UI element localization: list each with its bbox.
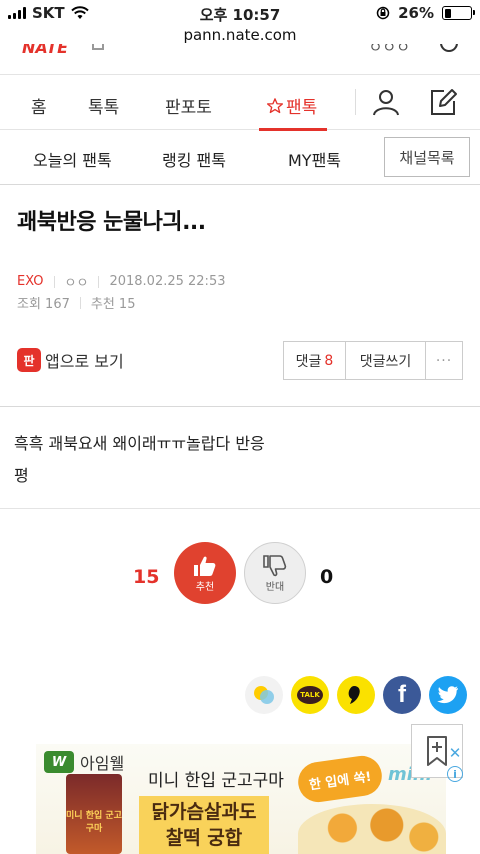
facebook-icon[interactable]: f bbox=[383, 676, 421, 714]
post-recommends: 추천 15 bbox=[90, 297, 136, 312]
recommend-label: 추천 bbox=[195, 581, 215, 593]
meta-divider bbox=[53, 275, 55, 288]
subnav-today[interactable]: 오늘의 팬톡 bbox=[33, 147, 112, 171]
nate-logo[interactable]: NATE bbox=[22, 44, 68, 56]
nav-divider bbox=[355, 89, 356, 115]
comment-button-group: 댓글 8 댓글쓰기 ··· bbox=[283, 341, 463, 380]
recommend-count: 15 bbox=[133, 566, 160, 588]
write-comment-button[interactable]: 댓글쓰기 bbox=[346, 342, 426, 379]
user-icon[interactable] bbox=[371, 87, 401, 117]
thumbs-down-icon bbox=[263, 554, 287, 576]
comments-button[interactable]: 댓글 8 bbox=[284, 342, 346, 379]
channel-list-button[interactable]: 채널목록 bbox=[384, 137, 470, 177]
thumbs-up-icon bbox=[194, 556, 216, 576]
battery-icon bbox=[442, 6, 475, 20]
status-right: 26% bbox=[376, 4, 475, 22]
address-bar[interactable]: pann.nate.com bbox=[0, 26, 480, 44]
site-header-clipped: NATE ㅇㅇㅇ bbox=[0, 44, 480, 56]
post-title: 괘북반응 눈물나긔... bbox=[17, 210, 206, 235]
facebook-glyph: f bbox=[398, 681, 406, 708]
post-body-line: 평 bbox=[14, 466, 29, 485]
write-icon[interactable] bbox=[428, 87, 458, 117]
band-glyph bbox=[348, 686, 360, 704]
post-stats: 조회 167 추천 15 bbox=[17, 293, 135, 312]
tab-home[interactable]: 홈 bbox=[31, 93, 47, 118]
kakaotalk-icon[interactable]: TALK bbox=[291, 676, 329, 714]
tab-pannphoto[interactable]: 판포토 bbox=[165, 93, 212, 118]
star-icon bbox=[266, 97, 284, 113]
open-in-app-link[interactable]: 판 앱으로 보기 bbox=[17, 348, 124, 372]
imwell-logo: W bbox=[44, 751, 74, 773]
tab-fantalk-label: 팬톡 bbox=[286, 98, 318, 118]
meta-divider bbox=[79, 296, 81, 309]
main-nav: 홈 톡톡 판포토 팬톡 bbox=[0, 74, 480, 131]
meta-divider bbox=[98, 275, 100, 288]
ad-close-icon[interactable]: ✕ bbox=[447, 744, 463, 762]
pann-logo bbox=[92, 44, 104, 50]
pann-app-icon: 판 bbox=[17, 348, 41, 372]
tab-fantalk[interactable]: 팬톡 bbox=[266, 93, 317, 118]
divider bbox=[0, 406, 480, 407]
user-name-clipped[interactable]: ㅇㅇㅇ bbox=[369, 44, 410, 56]
post-views: 조회 167 bbox=[17, 297, 70, 312]
ad-banner[interactable]: W 아임웰 미니 한입 군고구마 미니 한입 군고구마 한 입에 쏙! mini… bbox=[36, 744, 446, 854]
twitter-glyph bbox=[437, 686, 458, 704]
subnav-ranking[interactable]: 랭킹 팬톡 bbox=[162, 147, 226, 171]
ad-info-icon[interactable]: i bbox=[447, 766, 463, 782]
post-channel[interactable]: EXO bbox=[17, 274, 44, 289]
open-in-app-label: 앱으로 보기 bbox=[45, 352, 124, 371]
ad-tagline-line: 닭가슴살과도 bbox=[151, 801, 257, 823]
ad-brand: W 아임웰 bbox=[44, 750, 124, 774]
recommend-button[interactable]: 추천 bbox=[174, 542, 236, 604]
post-datetime: 2018.02.25 22:53 bbox=[109, 274, 226, 289]
tab-toktok[interactable]: 톡톡 bbox=[88, 93, 119, 118]
more-button[interactable]: ··· bbox=[426, 342, 462, 379]
comments-label: 댓글 bbox=[295, 353, 322, 370]
ad-headline: 미니 한입 군고구마 bbox=[148, 771, 284, 791]
band-icon[interactable] bbox=[337, 676, 375, 714]
oppose-button[interactable]: 반대 bbox=[244, 542, 306, 604]
ad-product-image: 미니 한입 군고구마 bbox=[66, 774, 122, 854]
ad-tagline-line: 찰떡 궁합 bbox=[165, 827, 243, 849]
comment-count: 8 bbox=[324, 352, 334, 369]
kakaostory-icon[interactable] bbox=[245, 676, 283, 714]
kakaotalk-bubble: TALK bbox=[297, 686, 323, 704]
post-body-line: 흑흑 괘북요새 왜이래ㅠㅠ놀랍다 반응 bbox=[14, 434, 265, 453]
ad-food-image bbox=[298, 804, 446, 854]
ad-brand-name: 아임웰 bbox=[80, 754, 125, 773]
search-icon[interactable] bbox=[440, 44, 458, 52]
post-body: 흑흑 괘북요새 왜이래ㅠㅠ놀랍다 반응 평 bbox=[14, 428, 464, 492]
twitter-icon[interactable] bbox=[429, 676, 467, 714]
divider bbox=[0, 508, 480, 509]
oppose-label: 반대 bbox=[265, 581, 285, 593]
sub-nav: 오늘의 팬톡 랭킹 팬톡 MY팬톡 채널목록 bbox=[0, 131, 480, 185]
status-bar: SKT 오후 10:57 26% bbox=[0, 0, 480, 26]
subnav-my[interactable]: MY팬톡 bbox=[288, 147, 341, 171]
kakaostory-glyph bbox=[254, 686, 274, 704]
post-author: ㅇㅇ bbox=[64, 276, 89, 291]
ad-tagline: 닭가슴살과도 찰떡 궁합 bbox=[139, 796, 269, 854]
post-meta: EXO ㅇㅇ 2018.02.25 22:53 bbox=[17, 272, 225, 291]
ad-bubble: 한 입에 쏙! bbox=[295, 753, 385, 805]
oppose-count: 0 bbox=[320, 566, 334, 588]
battery-fill bbox=[444, 8, 451, 18]
battery-percent: 26% bbox=[398, 4, 434, 22]
rotation-lock-icon bbox=[376, 6, 390, 20]
